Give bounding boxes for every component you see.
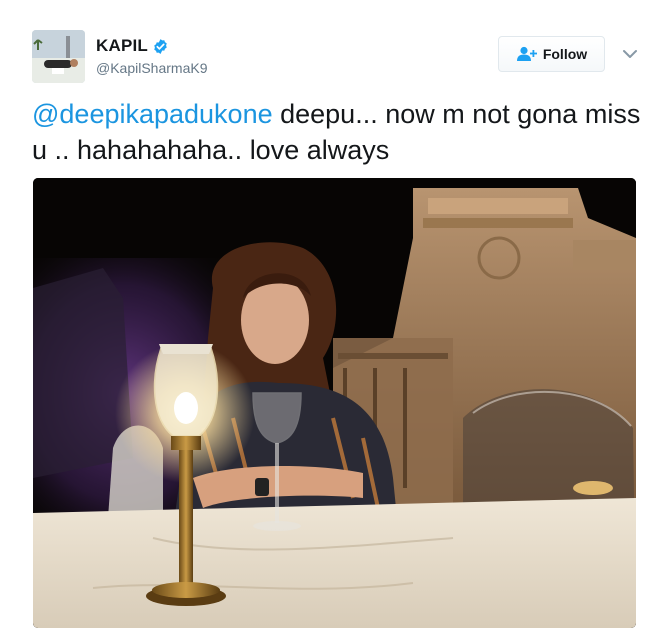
user-handle[interactable]: @KapilSharmaK9 <box>96 60 208 76</box>
name-line: KAPIL <box>96 36 169 56</box>
photo-illustration <box>33 178 636 628</box>
verified-badge-icon <box>154 38 167 54</box>
tweet-header: KAPIL @KapilSharmaK9 Follow <box>0 0 670 95</box>
chevron-down-icon[interactable] <box>620 44 640 64</box>
add-user-icon <box>516 46 537 61</box>
tweet-text: @deepikapadukone deepu... now m not gona… <box>32 96 642 168</box>
follow-button[interactable]: Follow <box>498 36 605 72</box>
display-name[interactable]: KAPIL <box>96 36 148 56</box>
avatar[interactable] <box>32 30 85 83</box>
follow-label: Follow <box>542 46 588 62</box>
mention-link[interactable]: @deepikapadukone <box>32 99 273 129</box>
tweet-photo[interactable] <box>33 178 636 628</box>
